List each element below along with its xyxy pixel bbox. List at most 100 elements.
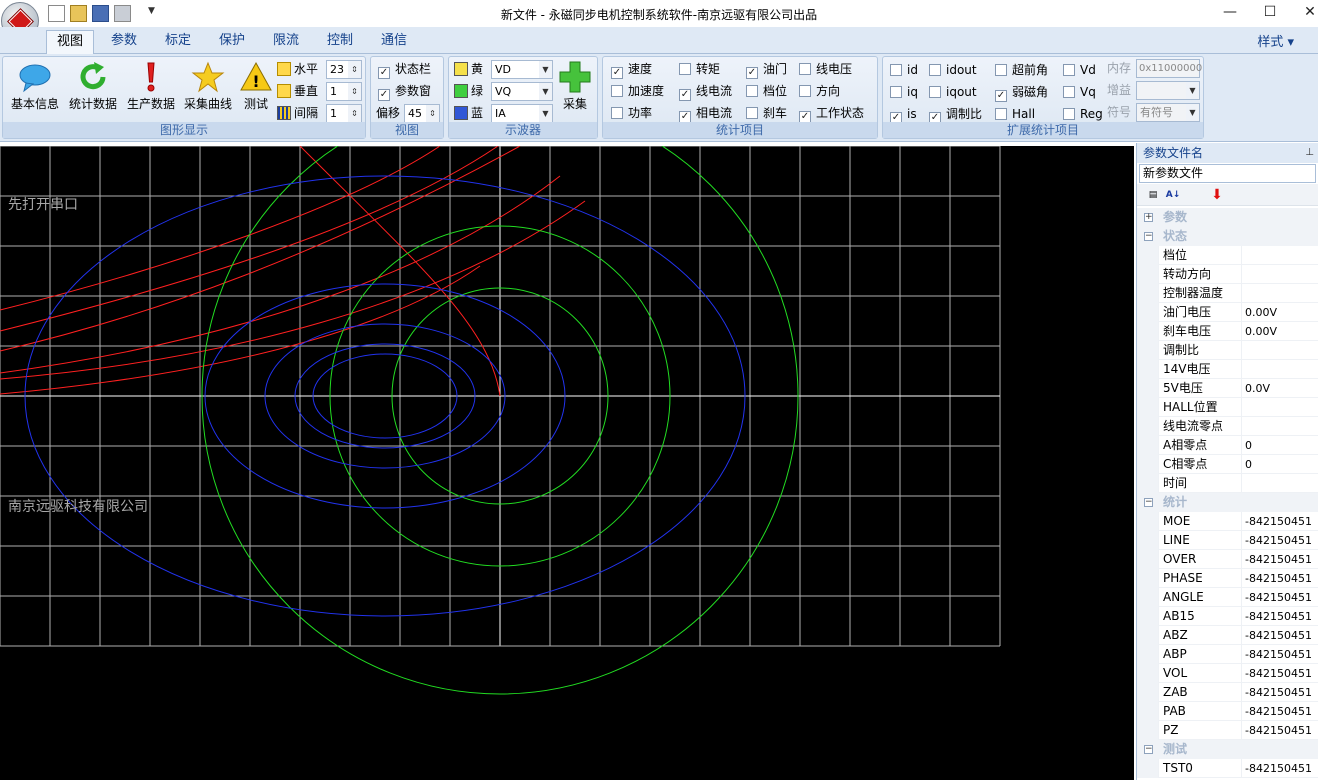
property-row[interactable]: LINE -842150451: [1137, 531, 1318, 550]
stats-item-throttle[interactable]: ✓ 油门: [746, 59, 787, 79]
tab-control[interactable]: 控制: [316, 30, 364, 54]
vertical-spinner[interactable]: 1 ⇕: [326, 82, 362, 101]
chevron-down-icon[interactable]: ▼: [539, 105, 552, 122]
spin-arrows-icon[interactable]: ⇕: [348, 61, 361, 78]
ext-item-vd[interactable]: Vd: [1063, 60, 1096, 80]
stats-item-work-state[interactable]: ✓ 工作状态: [799, 103, 864, 123]
property-row[interactable]: 14V电压: [1137, 360, 1318, 379]
maximize-button[interactable]: ☐: [1250, 2, 1290, 24]
property-row[interactable]: C相零点 0: [1137, 455, 1318, 474]
property-row[interactable]: ABP -842150451: [1137, 645, 1318, 664]
tab-protection[interactable]: 保护: [208, 30, 256, 54]
down-arrow-icon[interactable]: ⬇: [1209, 187, 1225, 203]
property-row[interactable]: 刹车电压 0.00V: [1137, 322, 1318, 341]
tab-view[interactable]: 视图: [46, 30, 94, 54]
property-row[interactable]: TST0 -842150451: [1137, 759, 1318, 778]
channel-blue-select[interactable]: IA ▼: [491, 104, 553, 123]
property-row[interactable]: PAB -842150451: [1137, 702, 1318, 721]
property-row[interactable]: 转动方向: [1137, 265, 1318, 284]
capture-button[interactable]: 采集: [557, 61, 593, 117]
stats-item-gear[interactable]: 档位: [746, 81, 787, 101]
param-window-checkbox[interactable]: ✓ 参数窗: [378, 81, 431, 101]
property-row[interactable]: 调制比: [1137, 341, 1318, 360]
collapse-icon[interactable]: −: [1144, 498, 1153, 507]
property-row[interactable]: ZAB -842150451: [1137, 683, 1318, 702]
property-row[interactable]: ANGLE -842150451: [1137, 588, 1318, 607]
collapse-icon[interactable]: −: [1144, 745, 1153, 754]
statusbar-checkbox[interactable]: ✓ 状态栏: [378, 59, 431, 79]
minimize-button[interactable]: —: [1210, 2, 1250, 24]
ext-item-iqout[interactable]: iqout: [929, 82, 977, 102]
chevron-down-icon[interactable]: ▼: [539, 61, 552, 78]
property-row[interactable]: PZ -842150451: [1137, 721, 1318, 740]
capture-curve-button[interactable]: 采集曲线: [178, 61, 238, 117]
property-row[interactable]: HALL位置: [1137, 398, 1318, 417]
sort-alpha-icon[interactable]: A↓: [1165, 187, 1181, 203]
property-row[interactable]: 时间: [1137, 474, 1318, 493]
property-row[interactable]: 档位: [1137, 246, 1318, 265]
stats-item-brake[interactable]: 刹车: [746, 103, 787, 123]
basic-info-button[interactable]: 基本信息: [5, 61, 65, 117]
property-row[interactable]: 控制器温度: [1137, 284, 1318, 303]
property-row[interactable]: ABZ -842150451: [1137, 626, 1318, 645]
property-category[interactable]: − 状态: [1137, 227, 1318, 246]
stats-item-phase-current[interactable]: ✓ 相电流: [679, 103, 732, 123]
property-category[interactable]: − 统计: [1137, 493, 1318, 512]
horizontal-spinner[interactable]: 23 ⇕: [326, 60, 362, 79]
ext-item-lead-angle[interactable]: 超前角: [995, 60, 1048, 80]
offset-spinner[interactable]: 45 ⇕: [404, 104, 440, 123]
test-button[interactable]: ! 测试: [237, 61, 275, 117]
tab-current-limit[interactable]: 限流: [262, 30, 310, 54]
spin-arrows-icon[interactable]: ⇕: [348, 105, 361, 122]
style-menu[interactable]: 样式 ▾: [1257, 31, 1294, 50]
close-button[interactable]: ✕: [1290, 2, 1318, 24]
collapse-icon[interactable]: −: [1144, 232, 1153, 241]
ext-item-is[interactable]: ✓ is: [890, 104, 917, 124]
ext-item-id[interactable]: id: [890, 60, 918, 80]
production-data-button[interactable]: 生产数据: [121, 61, 181, 117]
ext-item-hall[interactable]: Hall: [995, 104, 1035, 124]
property-row[interactable]: 线电流零点: [1137, 417, 1318, 436]
gain-select[interactable]: ▼: [1136, 81, 1200, 100]
spin-arrows-icon[interactable]: ⇕: [348, 83, 361, 100]
sign-select[interactable]: 有符号 ▼: [1136, 103, 1200, 122]
property-row[interactable]: 5V电压 0.0V: [1137, 379, 1318, 398]
tab-communication[interactable]: 通信: [370, 30, 418, 54]
tab-params[interactable]: 参数: [100, 30, 148, 54]
ext-item-modulation-ratio[interactable]: ✓ 调制比: [929, 104, 982, 124]
ext-item-vq[interactable]: Vq: [1063, 82, 1096, 102]
stats-item-power[interactable]: 功率: [611, 103, 652, 123]
channel-yellow-select[interactable]: VD ▼: [491, 60, 553, 79]
stats-item-torque[interactable]: 转矩: [679, 59, 720, 79]
ext-item-field-weakening-angle[interactable]: ✓ 弱磁角: [995, 82, 1048, 102]
channel-green-select[interactable]: VQ ▼: [491, 82, 553, 101]
ext-item-iq[interactable]: iq: [890, 82, 918, 102]
property-category[interactable]: + 参数: [1137, 208, 1318, 227]
property-row[interactable]: A相零点 0: [1137, 436, 1318, 455]
stats-item-line-current[interactable]: ✓ 线电流: [679, 81, 732, 101]
param-file-field[interactable]: 新参数文件: [1139, 164, 1316, 183]
property-category[interactable]: − 测试: [1137, 740, 1318, 759]
chevron-down-icon[interactable]: ▼: [539, 83, 552, 100]
property-row[interactable]: VOL -842150451: [1137, 664, 1318, 683]
spin-arrows-icon[interactable]: ⇕: [426, 105, 439, 122]
property-row[interactable]: MOE -842150451: [1137, 512, 1318, 531]
memory-input[interactable]: 0x11000000: [1136, 59, 1202, 78]
stats-item-direction[interactable]: 方向: [799, 81, 840, 101]
oscilloscope-view[interactable]: 先打开串口 南京远驱科技有限公司: [0, 146, 1134, 780]
chevron-down-icon[interactable]: ▼: [1186, 104, 1199, 121]
stats-data-button[interactable]: 统计数据: [63, 61, 123, 117]
pin-icon[interactable]: ⊥: [1305, 143, 1314, 163]
stats-item-line-voltage[interactable]: 线电压: [799, 59, 852, 79]
stats-item-acceleration[interactable]: 加速度: [611, 81, 664, 101]
ext-item-idout[interactable]: idout: [929, 60, 977, 80]
stats-item-speed[interactable]: ✓ 速度: [611, 59, 652, 79]
expand-icon[interactable]: +: [1144, 213, 1153, 222]
property-row[interactable]: 油门电压 0.00V: [1137, 303, 1318, 322]
property-row[interactable]: OVER -842150451: [1137, 550, 1318, 569]
ext-item-reg[interactable]: Reg: [1063, 104, 1103, 124]
interval-spinner[interactable]: 1 ⇕: [326, 104, 362, 123]
tab-calibration[interactable]: 标定: [154, 30, 202, 54]
chevron-down-icon[interactable]: ▼: [1186, 82, 1199, 99]
property-row[interactable]: PHASE -842150451: [1137, 569, 1318, 588]
